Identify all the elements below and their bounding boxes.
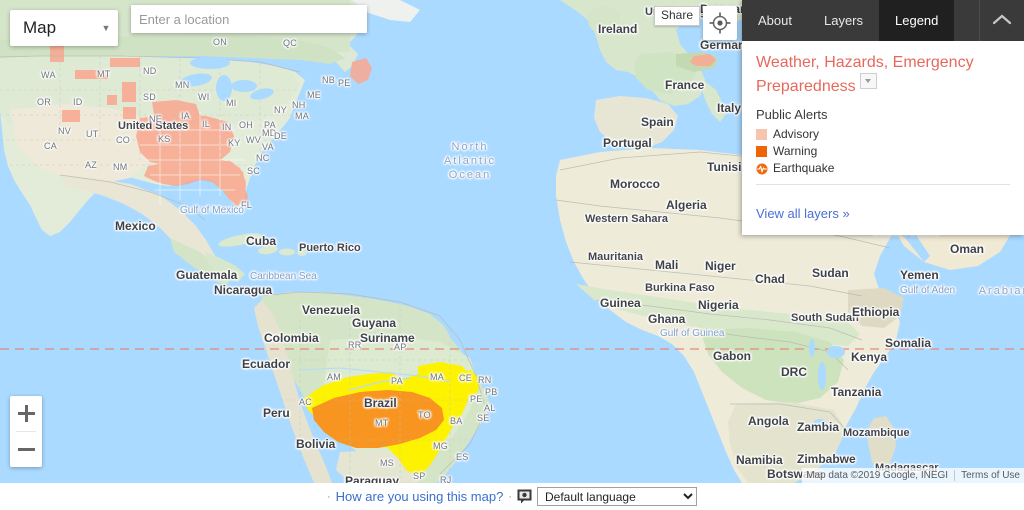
map-application: United States Mexico Cuba Puerto Rico Guatem… — [0, 0, 1024, 510]
legend-item-label: Warning — [773, 144, 818, 158]
tab-layers-label: Layers — [823, 13, 864, 28]
legend-item-earthquake: Earthquake — [756, 161, 1010, 176]
map-canvas[interactable]: United States Mexico Cuba Puerto Rico Guatem… — [0, 0, 1024, 483]
language-select[interactable]: Default language — [537, 487, 697, 506]
feedback-bubble-icon[interactable] — [517, 489, 532, 504]
tab-about[interactable]: About — [742, 0, 808, 41]
legend-item-advisory: Advisory — [756, 127, 1010, 142]
footer-dot-left: · — [327, 490, 331, 503]
attribution-divider — [954, 470, 956, 481]
zoom-controls[interactable] — [10, 396, 42, 467]
usage-survey-link[interactable]: How are you using this map? — [336, 489, 504, 504]
legend-title-dropdown-icon[interactable] — [859, 73, 877, 89]
legend-footer: View all layers » — [742, 195, 1024, 235]
warning-swatch — [756, 146, 767, 157]
legend-divider — [756, 184, 1010, 185]
advisory-swatch — [756, 129, 767, 140]
legend-panel: About Layers Legend Weather, Hazards, Em… — [742, 0, 1024, 235]
legend-item-warning: Warning — [756, 144, 1010, 159]
caret-down-icon: ▼ — [101, 23, 111, 33]
tab-legend-label: Legend — [895, 13, 939, 28]
earthquake-icon — [756, 163, 768, 175]
terms-of-use-link[interactable]: Terms of Use — [961, 470, 1020, 481]
legend-title: Weather, Hazards, Emergency Preparedness — [756, 53, 1010, 97]
map-type-dropdown[interactable]: Map ▼ — [10, 10, 118, 46]
zoom-in-button[interactable] — [10, 396, 42, 431]
legend-tab-bar: About Layers Legend — [742, 0, 1024, 41]
attribution-bar: Map data ©2019 Google, INEGI Terms of Us… — [802, 468, 1024, 483]
tab-spacer — [954, 0, 979, 41]
collapse-panel-button[interactable] — [979, 0, 1024, 41]
legend-item-label: Earthquake — [773, 161, 835, 175]
map-type-label: Map — [23, 18, 57, 37]
footer-dot-right: · — [508, 490, 512, 503]
share-button[interactable]: Share — [654, 6, 701, 26]
tab-layers[interactable]: Layers — [808, 0, 879, 41]
footer-bar: · How are you using this map? · Default … — [0, 483, 1024, 510]
locate-button[interactable] — [703, 6, 737, 40]
tab-about-label: About — [758, 13, 792, 28]
legend-item-label: Advisory — [773, 127, 820, 141]
map-data-attribution: Map data ©2019 Google, INEGI — [806, 470, 949, 481]
tab-legend[interactable]: Legend — [879, 0, 955, 41]
legend-section-title: Public Alerts — [756, 107, 828, 122]
search-input[interactable] — [131, 5, 367, 33]
view-all-layers-link[interactable]: View all layers » — [756, 206, 850, 221]
zoom-out-button[interactable] — [10, 432, 42, 467]
share-label: Share — [661, 8, 694, 22]
legend-body: Weather, Hazards, Emergency Preparedness… — [742, 41, 1024, 195]
locate-crosshair-icon — [709, 12, 731, 34]
chevron-up-icon — [992, 14, 1012, 25]
